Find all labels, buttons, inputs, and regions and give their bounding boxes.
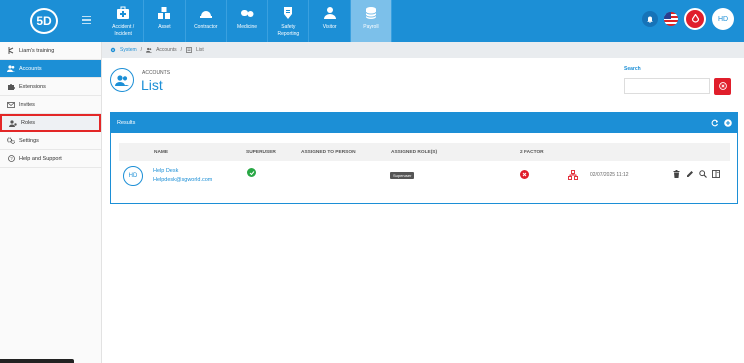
role-badge: Superuser [390, 172, 415, 179]
module-label: Accident / Incident [112, 24, 135, 37]
search-button[interactable] [714, 78, 731, 95]
edit-icon[interactable] [685, 169, 694, 178]
user-avatar[interactable]: HD [712, 8, 734, 30]
us-flag-icon[interactable] [664, 12, 678, 26]
module-label: Safety Reporting [277, 24, 300, 37]
roles-icon [9, 119, 17, 127]
page-title: List [141, 77, 163, 93]
avatar-initials: HD [717, 15, 729, 23]
hard-hat-icon [198, 5, 214, 21]
users-icon [7, 65, 15, 73]
sidebar-item-label: Settings [19, 137, 39, 144]
module-contractor[interactable]: Contractor [186, 0, 227, 42]
sidebar: Liam's training Accounts Extensions Invi… [0, 42, 102, 363]
results-panel: Results NAME SUPERUSER ASSIGNED TO PERSO… [110, 112, 738, 204]
results-header: Results [111, 113, 737, 133]
sidebar-item-label: Help and Support [19, 155, 62, 162]
last-login-date: 02/07/2025 11:12 [590, 172, 629, 178]
module-medicine[interactable]: Medicine [227, 0, 269, 42]
sidebar-item-liams-training[interactable]: Liam's training [0, 42, 101, 60]
module-safety-reporting[interactable]: Safety Reporting [268, 0, 310, 42]
avatar-initials: HD [128, 173, 138, 179]
module-asset[interactable]: Asset [144, 0, 186, 42]
users-icon [146, 47, 153, 53]
module-bar: Accident / Incident Asset Contractor Med… [103, 0, 393, 42]
module-accident-incident[interactable]: Accident / Incident [103, 0, 145, 42]
top-right-controls: HD [642, 8, 734, 30]
search-icon[interactable] [698, 169, 707, 178]
svg-text:?: ? [10, 156, 13, 161]
panel-icon[interactable] [711, 169, 720, 178]
network-icon[interactable] [568, 170, 578, 180]
sidebar-item-label: Invites [19, 101, 35, 108]
list-icon [186, 47, 192, 53]
sidebar-item-help-and-support[interactable]: ? Help and Support [0, 150, 101, 168]
results-tools [710, 118, 732, 127]
trash-icon[interactable] [672, 169, 681, 178]
tooltip-bar [0, 359, 74, 363]
coins-icon [363, 5, 379, 21]
avatar: HD [123, 166, 143, 186]
first-aid-kit-icon [115, 5, 131, 21]
module-label: Asset [158, 24, 171, 30]
puzzle-icon [7, 83, 15, 91]
sidebar-item-settings[interactable]: Settings [0, 132, 101, 150]
person-icon [322, 5, 338, 21]
account-name-link[interactable]: Help Desk [153, 168, 178, 174]
results-title: Results [117, 120, 136, 126]
boxes-icon [156, 5, 172, 21]
column-header-2-factor[interactable]: 2 FACTOR [520, 150, 544, 155]
sidebar-item-label: Accounts [19, 65, 42, 72]
module-visitor[interactable]: Visitor [309, 0, 351, 42]
gears-icon [7, 137, 15, 145]
breadcrumb: System / Accounts / List [102, 42, 744, 58]
breadcrumb-system[interactable]: System [120, 47, 137, 53]
logo-text: 5D [36, 14, 52, 28]
breadcrumb-list: List [196, 47, 204, 53]
row-actions [672, 169, 720, 178]
module-payroll[interactable]: Payroll [350, 0, 393, 42]
sidebar-item-extensions[interactable]: Extensions [0, 78, 101, 96]
table-header: NAME SUPERUSER ASSIGNED TO PERSON ASSIGN… [119, 143, 730, 161]
module-label: Visitor [322, 24, 337, 30]
close-icon [718, 81, 727, 92]
column-header-assigned-to-person[interactable]: ASSIGNED TO PERSON [301, 150, 356, 155]
x-circle-icon [520, 170, 529, 179]
module-label: Medicine [237, 24, 258, 30]
breadcrumb-separator: / [140, 47, 143, 53]
breadcrumb-separator: / [180, 47, 183, 53]
droplet-alert-icon[interactable] [684, 8, 706, 30]
fork-icon [7, 47, 15, 55]
bell-icon[interactable] [642, 11, 658, 27]
sidebar-item-roles[interactable]: Roles [0, 114, 101, 132]
page-supertitle: ACCOUNTS [142, 70, 171, 76]
breadcrumb-accounts[interactable]: Accounts [156, 47, 177, 53]
app-logo[interactable]: 5D [30, 8, 58, 34]
account-email-link[interactable]: Helpdesk@sgworld.com [153, 177, 212, 183]
search-label: Search [624, 66, 641, 72]
check-icon [247, 168, 256, 177]
column-header-superuser[interactable]: SUPERUSER [246, 150, 276, 155]
module-label: Contractor [194, 24, 218, 30]
column-header-name[interactable]: NAME [154, 150, 168, 155]
add-icon[interactable] [723, 118, 732, 127]
module-label: Payroll [363, 24, 379, 30]
gear-icon [110, 47, 116, 53]
column-header-assigned-roles[interactable]: ASSIGNED ROLE(S) [391, 150, 437, 155]
accounts-icon [110, 68, 134, 92]
search-input[interactable] [624, 78, 710, 94]
shield-report-icon [280, 5, 296, 21]
help-icon: ? [7, 155, 15, 163]
refresh-icon[interactable] [710, 118, 719, 127]
sidebar-item-invites[interactable]: Invites [0, 96, 101, 114]
menu-toggle-icon[interactable] [82, 16, 91, 24]
sidebar-item-label: Liam's training [19, 47, 55, 54]
sidebar-item-accounts[interactable]: Accounts [0, 60, 101, 78]
top-navigation-bar: 5D Accident / Incident Asset Contractor … [0, 0, 744, 42]
envelope-icon [7, 101, 15, 109]
sidebar-item-label: Roles [21, 120, 36, 126]
pills-icon [239, 5, 255, 21]
sidebar-item-label: Extensions [19, 83, 46, 90]
